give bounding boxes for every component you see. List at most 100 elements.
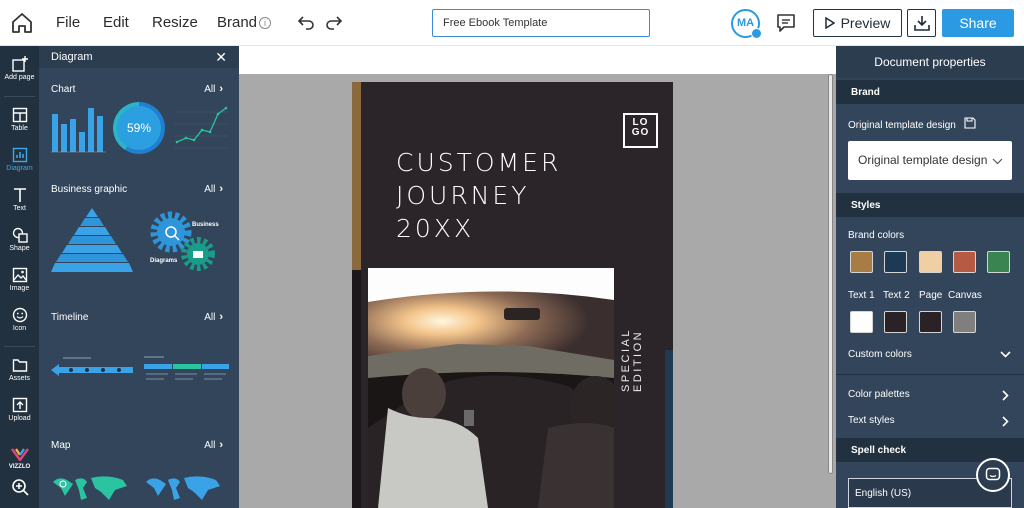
menu-edit[interactable]: Edit: [103, 14, 129, 31]
chart-icon: [12, 147, 27, 163]
section-title-business-graphic: Business graphic: [51, 184, 128, 195]
text2-color-swatch[interactable]: [884, 311, 907, 333]
sidebar-item-image[interactable]: Image: [0, 267, 39, 292]
page-color-swatch[interactable]: [919, 311, 942, 333]
sidebar-item-label: Image: [9, 285, 30, 292]
chevron-right-icon: ›: [219, 83, 223, 95]
text-styles-link[interactable]: Text styles: [848, 415, 895, 426]
brand-color-swatch[interactable]: [953, 251, 976, 273]
gear-label-diagrams: Diagrams: [150, 258, 178, 264]
chevron-right-icon[interactable]: [1002, 416, 1009, 427]
undo-icon[interactable]: [297, 13, 315, 31]
sidebar-item-label: Table: [11, 125, 28, 132]
chevron-right-icon: ›: [219, 311, 223, 323]
menu-resize[interactable]: Resize: [152, 14, 198, 31]
donut-chart-thumbnail[interactable]: 59%: [113, 102, 165, 154]
document-title-input[interactable]: [432, 9, 650, 37]
sidebar-item-text[interactable]: Text: [0, 187, 39, 212]
all-label: All: [204, 84, 216, 95]
timeline-all-link[interactable]: All ›: [204, 311, 223, 323]
business-all-link[interactable]: All ›: [204, 183, 223, 195]
download-icon: [913, 16, 930, 31]
world-map-blue-thumbnail[interactable]: [144, 474, 222, 504]
diagram-panel: Diagram ✕ Chart All › 59% Business graphi…: [39, 46, 239, 508]
avatar[interactable]: MA: [731, 9, 762, 39]
upload-icon: [12, 397, 27, 413]
timeline-table-thumbnail[interactable]: [144, 354, 229, 388]
bar-chart-thumbnail[interactable]: [51, 102, 106, 158]
chevron-right-icon[interactable]: [1002, 390, 1009, 401]
close-icon[interactable]: ✕: [215, 49, 227, 66]
logo-placeholder[interactable]: LOGO: [623, 113, 658, 148]
sidebar-item-assets[interactable]: Assets: [0, 357, 39, 382]
sidebar-item-diagram[interactable]: Diagram: [0, 147, 39, 172]
chart-all-link[interactable]: All ›: [204, 83, 223, 95]
canvas-color-swatch[interactable]: [953, 311, 976, 333]
page-color-label: Page: [919, 290, 943, 301]
gears-thumbnail[interactable]: [139, 206, 234, 284]
menu-brand[interactable]: Brand i: [217, 14, 272, 31]
canvas-top-strip: [239, 46, 836, 74]
top-bar: File Edit Resize Brandi MA Preview Share: [0, 0, 1024, 46]
map-all-link[interactable]: All ›: [204, 439, 223, 451]
line-chart-thumbnail[interactable]: [174, 102, 229, 156]
sidebar-item-label: Assets: [8, 375, 30, 382]
menu-file[interactable]: File: [56, 14, 80, 31]
image-icon: [12, 267, 27, 283]
world-map-thumbnail[interactable]: [51, 474, 129, 504]
template-design-value: Original template design: [858, 153, 988, 167]
sidebar-item-upload[interactable]: Upload: [0, 397, 39, 422]
brand-color-swatch[interactable]: [919, 251, 942, 273]
download-button[interactable]: [907, 9, 936, 37]
chat-support-button[interactable]: [976, 458, 1010, 492]
brand-logo: VIZZLO: [0, 448, 39, 470]
divider: [4, 96, 35, 97]
divider: [836, 374, 1024, 375]
zoom-button[interactable]: [0, 478, 39, 498]
brand-color-swatch[interactable]: [850, 251, 873, 273]
vizzlo-logo-icon: [10, 448, 29, 461]
comment-icon[interactable]: [775, 12, 797, 34]
special-edition-label[interactable]: SPECIAL EDITION: [620, 262, 644, 392]
sidebar-item-add-page[interactable]: Add page: [0, 56, 39, 81]
gear-label-business: Business: [192, 222, 219, 228]
panel-title: Diagram: [51, 51, 93, 63]
user-status-icon: [751, 28, 762, 39]
color-palettes-label: Color palettes: [848, 389, 910, 400]
shape-icon: [12, 227, 28, 243]
timeline-arrow-thumbnail[interactable]: [51, 354, 133, 384]
chevron-down-icon[interactable]: [1000, 351, 1011, 358]
color-palettes-link[interactable]: Color palettes: [848, 389, 910, 400]
vertical-scrollbar[interactable]: [828, 74, 833, 474]
text1-color-swatch[interactable]: [850, 311, 873, 333]
sidebar-item-shape[interactable]: Shape: [0, 227, 39, 252]
home-icon[interactable]: [10, 11, 34, 35]
chevron-down-icon: [992, 158, 1003, 165]
preview-button[interactable]: Preview: [813, 9, 902, 37]
save-icon[interactable]: [964, 117, 976, 129]
cover-photo[interactable]: [368, 268, 614, 508]
ebook-page[interactable]: LOGO CUSTOMER JOURNEY 20XX SPECIAL EDITI…: [352, 82, 673, 508]
custom-colors-toggle[interactable]: Custom colors: [848, 349, 912, 360]
template-design-select[interactable]: Original template design: [848, 141, 1012, 180]
accent-bar-gold: [352, 82, 361, 270]
brand-color-swatch[interactable]: [987, 251, 1010, 273]
all-label: All: [204, 184, 216, 195]
info-icon[interactable]: i: [259, 17, 272, 29]
heading-line: CUSTOMER: [396, 148, 562, 177]
car-interior-photo: [368, 268, 614, 508]
cover-heading[interactable]: CUSTOMER JOURNEY 20XX: [396, 146, 561, 245]
custom-colors-label: Custom colors: [848, 349, 912, 360]
redo-icon[interactable]: [325, 13, 343, 31]
section-title-chart: Chart: [51, 84, 76, 95]
sidebar-item-icon[interactable]: Icon: [0, 307, 39, 332]
brand-color-swatch[interactable]: [884, 251, 907, 273]
share-button[interactable]: Share: [942, 9, 1014, 37]
preview-label: Preview: [840, 15, 891, 31]
logo-text: LOGO: [631, 117, 650, 138]
sidebar-item-label: Icon: [12, 325, 27, 332]
accent-bar-dark: [352, 270, 361, 508]
donut-value: 59%: [117, 106, 161, 150]
pyramid-thumbnail[interactable]: [51, 206, 133, 280]
sidebar-item-table[interactable]: Table: [0, 107, 39, 132]
